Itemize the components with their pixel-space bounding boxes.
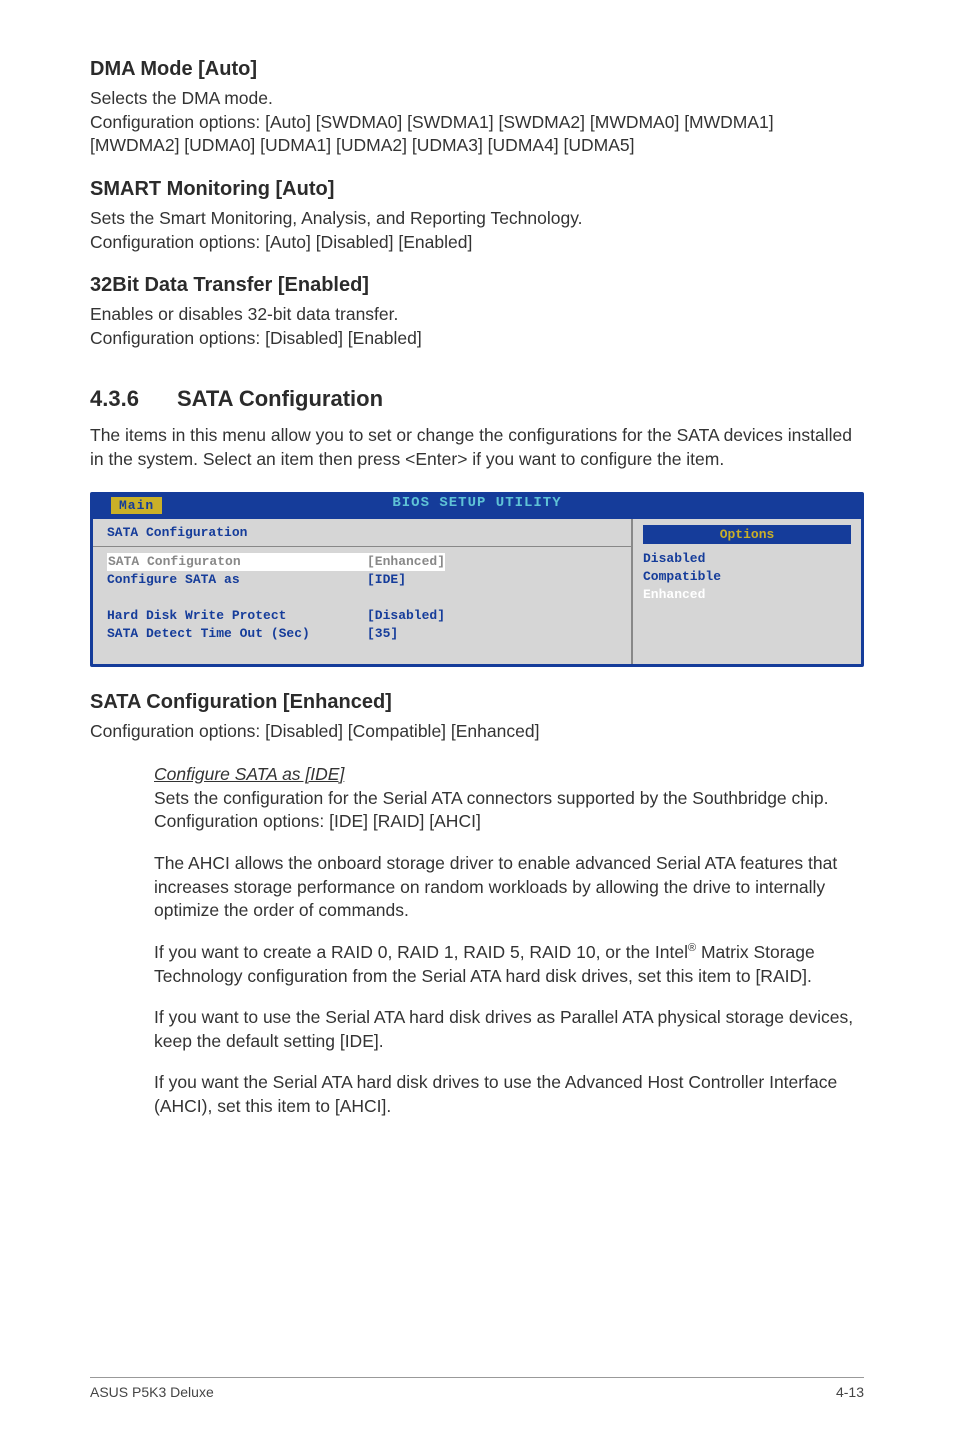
bios-right-pane: Options Disabled Compatible Enhanced xyxy=(633,519,861,664)
bios-value: [Enhanced] xyxy=(367,553,445,571)
text-line: Selects the DMA mode. xyxy=(90,88,273,108)
bios-left-pane: SATA Configuration SATA Configuraton [En… xyxy=(93,519,633,664)
intro-paragraph: The items in this menu allow you to set … xyxy=(90,424,864,471)
bios-option: Disabled xyxy=(643,550,851,568)
body-text: Sets the Smart Monitoring, Analysis, and… xyxy=(90,207,864,254)
bios-title-bar: Main BIOS SETUP UTILITY xyxy=(93,495,861,519)
bios-row: Configure SATA as [IDE] xyxy=(107,571,617,589)
heading-436: 4.3.6 SATA Configuration xyxy=(90,386,864,412)
text-line: Configuration options: [Disabled] [Enabl… xyxy=(90,328,422,348)
bios-label: SATA Configuraton xyxy=(107,553,367,571)
footer-left: ASUS P5K3 Deluxe xyxy=(90,1384,214,1400)
bios-option-selected: Enhanced xyxy=(643,586,851,604)
bios-row-selected: SATA Configuraton [Enhanced] xyxy=(107,553,617,571)
bios-separator xyxy=(93,546,631,547)
bios-label: SATA Detect Time Out (Sec) xyxy=(107,625,367,643)
bios-value: [Disabled] xyxy=(367,607,445,625)
body-text: Configuration options: [Disabled] [Compa… xyxy=(90,720,864,744)
paragraph: Sets the configuration for the Serial AT… xyxy=(154,787,854,834)
bios-label: Hard Disk Write Protect xyxy=(107,607,367,625)
text-line: Enables or disables 32-bit data transfer… xyxy=(90,304,398,324)
paragraph: The AHCI allows the onboard storage driv… xyxy=(154,852,854,923)
bios-option: Compatible xyxy=(643,568,851,586)
bios-tab-main: Main xyxy=(111,497,162,514)
bios-section-heading: SATA Configuration xyxy=(107,525,617,540)
heading-dma-mode: DMA Mode [Auto] xyxy=(90,58,864,81)
bios-screenshot: Main BIOS SETUP UTILITY SATA Configurati… xyxy=(90,492,864,667)
bios-row: Hard Disk Write Protect [Disabled] xyxy=(107,607,617,625)
paragraph: If you want the Serial ATA hard disk dri… xyxy=(154,1071,854,1118)
heading-sata-config-enhanced: SATA Configuration [Enhanced] xyxy=(90,691,864,714)
bios-row-spacer xyxy=(107,589,617,607)
bios-value: [IDE] xyxy=(367,571,406,589)
heading-32bit-transfer: 32Bit Data Transfer [Enabled] xyxy=(90,274,864,297)
text-line: Configuration options: [Auto] [SWDMA0] [… xyxy=(90,112,774,156)
body-text: Enables or disables 32-bit data transfer… xyxy=(90,303,864,350)
text-line: Configuration options: [Auto] [Disabled]… xyxy=(90,232,472,252)
indented-subsection: Configure SATA as [IDE] Sets the configu… xyxy=(154,763,854,1119)
footer-right: 4-13 xyxy=(836,1384,864,1400)
text-line: Sets the Smart Monitoring, Analysis, and… xyxy=(90,208,583,228)
heading-smart-monitoring: SMART Monitoring [Auto] xyxy=(90,178,864,201)
bios-label: Configure SATA as xyxy=(107,571,367,589)
body-text: Selects the DMA mode. Configuration opti… xyxy=(90,87,864,158)
heading-title: SATA Configuration xyxy=(177,386,383,411)
subheading-configure-sata: Configure SATA as [IDE] xyxy=(154,763,854,787)
bios-value: [35] xyxy=(367,625,398,643)
bios-options-header: Options xyxy=(643,525,851,544)
paragraph: If you want to use the Serial ATA hard d… xyxy=(154,1006,854,1053)
bios-title-text: BIOS SETUP UTILITY xyxy=(392,495,561,511)
page-footer: ASUS P5K3 Deluxe 4-13 xyxy=(90,1377,864,1400)
bios-body: SATA Configuration SATA Configuraton [En… xyxy=(93,519,861,664)
heading-number: 4.3.6 xyxy=(90,386,139,412)
text-fragment: If you want to create a RAID 0, RAID 1, … xyxy=(154,942,688,962)
registered-mark: ® xyxy=(688,942,696,954)
bios-row: SATA Detect Time Out (Sec) [35] xyxy=(107,625,617,643)
paragraph: If you want to create a RAID 0, RAID 1, … xyxy=(154,941,854,988)
